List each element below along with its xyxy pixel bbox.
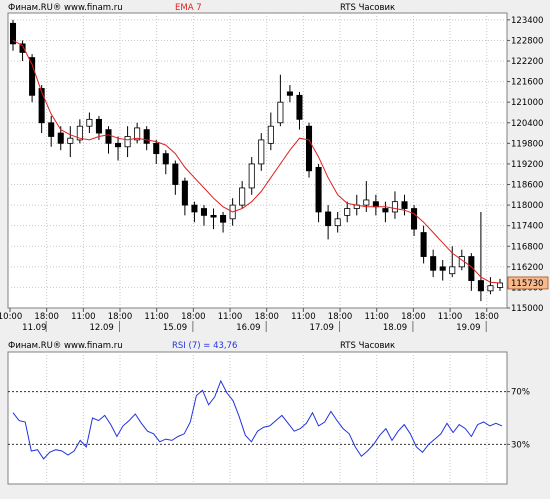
- rsi-level-label: 70%: [511, 388, 530, 398]
- candle-down-body: [411, 208, 418, 230]
- date-tick-label: 16.09: [236, 323, 260, 333]
- rsi-instrument-label: RTS Часовик: [340, 341, 395, 351]
- price-tick-label: 115000: [511, 304, 543, 314]
- rsi-chart-panel: Финам.RU® www.finam.ru RSI (7) = 43,76 RTS…: [7, 341, 530, 485]
- date-tick-label: 18.09: [383, 323, 407, 333]
- price-tick-label: 116200: [511, 263, 543, 273]
- candle-down-body: [210, 214, 217, 218]
- candle-up-body: [449, 266, 456, 275]
- date-tick-label: 11.09: [22, 323, 46, 333]
- candle-up-body: [344, 208, 351, 216]
- time-tick-label: 11:00: [364, 312, 389, 322]
- candle-down-body: [115, 142, 122, 148]
- candle-down-body: [477, 280, 484, 292]
- candle-up-body: [239, 187, 246, 206]
- price-tick-label: 123400: [511, 16, 543, 26]
- price-tick-label: 120400: [511, 119, 543, 129]
- price-instrument-label: RTS Часовик: [340, 3, 395, 13]
- price-tick-label: 119200: [511, 160, 543, 170]
- time-tick-label: 10:00: [0, 312, 22, 322]
- candle-up-body: [258, 139, 265, 165]
- date-tick-label: 17.09: [310, 323, 334, 333]
- time-tick-label: 11:00: [144, 312, 169, 322]
- candle-up-body: [363, 199, 370, 206]
- price-tick-label: 122800: [511, 36, 543, 46]
- candle-down-body: [181, 180, 188, 206]
- candle-down-body: [325, 211, 332, 227]
- candle-up-body: [487, 285, 494, 292]
- candle-up-body: [334, 218, 341, 227]
- time-tick-label: 18:00: [181, 312, 206, 322]
- candle-up-body: [124, 136, 131, 148]
- candle-up-body: [496, 282, 504, 288]
- time-tick-label: 18:00: [401, 312, 426, 322]
- last-price-label: 115730: [511, 279, 543, 289]
- candle-down-body: [372, 201, 379, 208]
- candle-down-body: [143, 129, 150, 144]
- date-tick-label: 12.09: [90, 323, 114, 333]
- time-tick-label: 18:00: [474, 312, 499, 322]
- time-tick-label: 11:00: [438, 312, 463, 322]
- charts-canvas: Финам.RU® www.finam.ru EMA 7 RTS Часовик 10…: [0, 3, 549, 485]
- candle-down-body: [315, 166, 322, 213]
- candle-down-body: [200, 208, 208, 216]
- rsi-level-label: 30%: [511, 440, 530, 450]
- candle-down-body: [420, 232, 427, 257]
- candle-down-body: [296, 94, 303, 120]
- time-tick-label: 18:00: [34, 312, 59, 322]
- candle-down-body: [220, 214, 227, 223]
- candle-down-body: [401, 201, 408, 209]
- candle-up-body: [248, 163, 255, 189]
- date-tick-label: 19.09: [456, 323, 480, 333]
- time-tick-label: 11:00: [291, 312, 316, 322]
- rsi-indicator-label: RSI (7) = 43,76: [172, 341, 237, 351]
- price-tick-label: 121000: [511, 98, 543, 108]
- candle-down-body: [105, 129, 112, 144]
- rsi-source-label: Финам.RU® www.finam.ru: [8, 341, 123, 351]
- candle-down-body: [162, 153, 169, 165]
- candle-down-body: [48, 122, 55, 137]
- candle-up-body: [86, 118, 93, 127]
- candle: [305, 122, 313, 178]
- time-tick-label: 18:00: [108, 312, 133, 322]
- candle-down-body: [38, 88, 45, 124]
- price-tick-label: 118000: [511, 201, 543, 211]
- price-tick-label: 116800: [511, 242, 543, 252]
- candle-down-body: [57, 132, 64, 144]
- candle-up-body: [267, 125, 274, 144]
- time-tick-label: 11:00: [71, 312, 96, 322]
- price-source-label: Финам.RU® www.finam.ru: [8, 3, 123, 13]
- candle-down-body: [430, 256, 437, 271]
- price-tick-label: 117400: [511, 222, 543, 232]
- candle-down-body: [286, 91, 293, 96]
- candle-down-body: [191, 204, 198, 213]
- chart-window: Финам.RU® www.finam.ru EMA 7 RTS Часовик 10…: [0, 0, 550, 499]
- candle-down-body: [29, 57, 36, 96]
- ema-indicator-label: EMA 7: [175, 3, 202, 13]
- candle-down-body: [153, 142, 160, 155]
- candle-up-body: [67, 137, 74, 144]
- price-chart-panel: Финам.RU® www.finam.ru EMA 7 RTS Часовик 10…: [0, 3, 549, 333]
- time-tick-label: 11:00: [218, 312, 243, 322]
- candle-down-body: [439, 266, 446, 271]
- candle-down-body: [95, 118, 102, 134]
- price-tick-label: 122200: [511, 57, 543, 67]
- candle-down-body: [172, 163, 179, 185]
- date-tick-label: 15.09: [163, 323, 187, 333]
- candle-up-body: [391, 201, 398, 213]
- time-tick-label: 18:00: [254, 312, 279, 322]
- price-tick-label: 121600: [511, 78, 543, 88]
- candle-down-body: [382, 208, 389, 213]
- time-tick-label: 18:00: [328, 312, 353, 322]
- price-tick-label: 119800: [511, 139, 543, 149]
- price-tick-label: 118600: [511, 181, 543, 191]
- candle-down-body: [305, 125, 313, 172]
- candle-up-body: [277, 101, 284, 124]
